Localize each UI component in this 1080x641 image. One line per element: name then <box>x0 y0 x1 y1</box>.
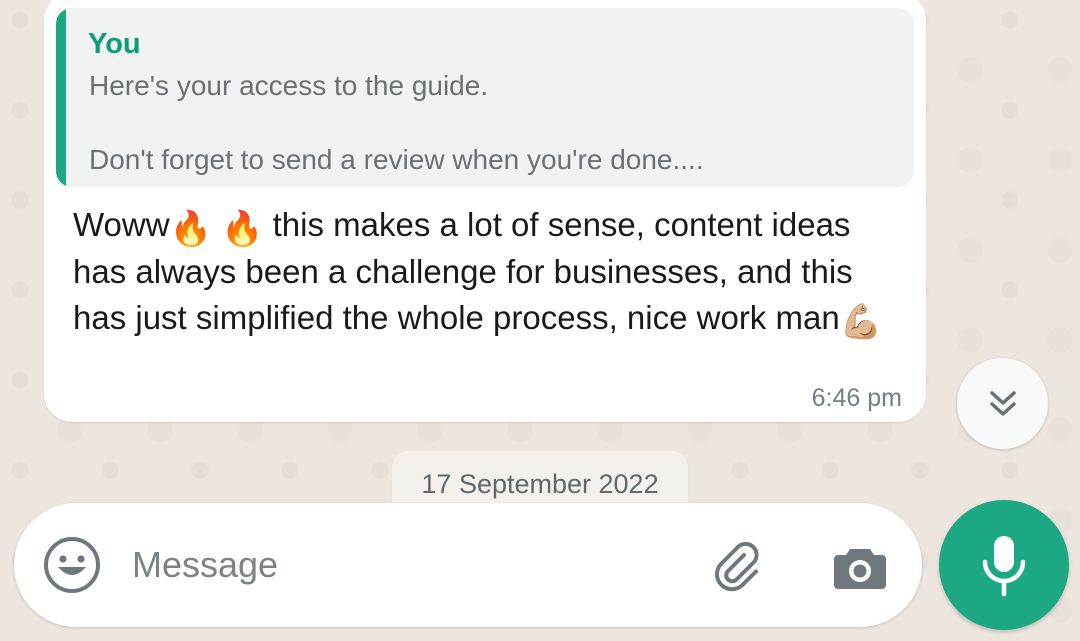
message-text: Woww🔥 🔥 this makes a lot of sense, conte… <box>73 202 893 342</box>
emoji-button[interactable] <box>42 535 102 595</box>
message-text-part1: Woww <box>73 206 170 243</box>
attach-button[interactable] <box>708 537 768 597</box>
paperclip-icon <box>715 541 759 592</box>
message-bubble[interactable]: You Here's your access to the guide. Don… <box>44 0 926 422</box>
scroll-to-bottom-button[interactable] <box>957 358 1048 449</box>
quote-accent-bar <box>56 8 66 187</box>
chevrons-down-icon <box>989 390 1016 416</box>
microphone-icon <box>982 536 1026 597</box>
camera-button[interactable] <box>830 537 890 597</box>
flexed-biceps-emoji: 💪🏼 <box>839 303 883 341</box>
quoted-message[interactable]: You Here's your access to the guide. Don… <box>56 8 914 187</box>
camera-icon <box>834 549 886 589</box>
message-input[interactable] <box>132 541 672 589</box>
voice-message-button[interactable] <box>939 500 1069 630</box>
message-composer <box>14 503 922 627</box>
message-timestamp: 6:46 pm <box>811 384 902 412</box>
fire-emoji: 🔥 <box>221 210 264 248</box>
quote-text: Here's your access to the guide. Don't f… <box>89 70 704 175</box>
fire-emoji: 🔥 <box>169 210 212 248</box>
smiley-icon <box>44 537 100 593</box>
date-separator-label: 17 September 2022 <box>421 469 659 499</box>
quote-author: You <box>88 28 141 60</box>
